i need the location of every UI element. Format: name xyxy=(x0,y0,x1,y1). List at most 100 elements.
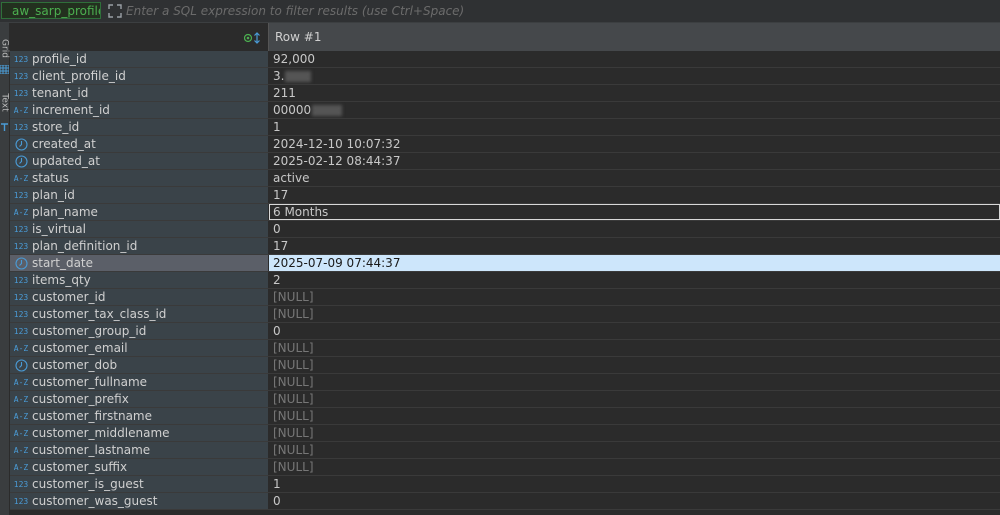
column-name-cell[interactable]: 123 customer_is_guest xyxy=(10,476,269,492)
table-row[interactable]: A-Z status active xyxy=(10,170,1000,187)
numeric-type-icon: 123 xyxy=(13,479,29,489)
column-name-cell[interactable]: A-Z plan_name xyxy=(10,204,269,220)
value-cell[interactable]: 00000 xyxy=(269,102,1000,118)
table-name-tab[interactable]: aw_sarp_profile xyxy=(1,2,101,19)
table-row[interactable]: 123 store_id 1 xyxy=(10,119,1000,136)
table-row[interactable]: A-Z increment_id 00000 xyxy=(10,102,1000,119)
table-row[interactable]: customer_dob [NULL] xyxy=(10,357,1000,374)
column-name-label: store_id xyxy=(32,120,80,134)
value-cell[interactable]: [NULL] xyxy=(269,391,1000,407)
column-name-cell[interactable]: A-Z customer_middlename xyxy=(10,425,269,441)
value-cell[interactable]: [NULL] xyxy=(269,442,1000,458)
column-name-cell[interactable]: A-Z increment_id xyxy=(10,102,269,118)
value-cell[interactable]: 2 xyxy=(269,272,1000,288)
column-name-cell[interactable]: 123 tenant_id xyxy=(10,85,269,101)
column-name-cell[interactable]: A-Z customer_firstname xyxy=(10,408,269,424)
value-cell[interactable]: active xyxy=(269,170,1000,186)
value-cell[interactable]: [NULL] xyxy=(269,340,1000,356)
table-row[interactable]: 123 client_profile_id 3. xyxy=(10,68,1000,85)
expand-icon[interactable] xyxy=(107,3,123,19)
value-text: [NULL] xyxy=(273,290,314,304)
table-row[interactable]: A-Z customer_suffix [NULL] xyxy=(10,459,1000,476)
value-cell[interactable]: 1 xyxy=(269,476,1000,492)
table-row[interactable]: 123 customer_was_guest 0 xyxy=(10,493,1000,510)
column-name-cell[interactable]: 123 customer_group_id xyxy=(10,323,269,339)
value-cell[interactable]: [NULL] xyxy=(269,374,1000,390)
value-text: 2025-02-12 08:44:37 xyxy=(273,154,401,168)
table-row[interactable]: A-Z customer_lastname [NULL] xyxy=(10,442,1000,459)
table-row[interactable]: A-Z customer_email [NULL] xyxy=(10,340,1000,357)
column-name-cell[interactable]: A-Z status xyxy=(10,170,269,186)
column-name-cell[interactable]: 123 is_virtual xyxy=(10,221,269,237)
column-name-cell[interactable]: A-Z customer_fullname xyxy=(10,374,269,390)
table-row[interactable]: A-Z customer_prefix [NULL] xyxy=(10,391,1000,408)
column-name-label: customer_is_guest xyxy=(32,477,144,491)
column-name-cell[interactable]: customer_dob xyxy=(10,357,269,373)
grid-icon[interactable] xyxy=(0,63,10,75)
value-text: [NULL] xyxy=(273,426,314,440)
column-name-cell[interactable]: created_at xyxy=(10,136,269,152)
value-text: [NULL] xyxy=(273,358,314,372)
value-cell[interactable]: 2025-02-12 08:44:37 xyxy=(269,153,1000,169)
value-cell[interactable]: 0 xyxy=(269,221,1000,237)
column-name-cell[interactable]: 123 plan_definition_id xyxy=(10,238,269,254)
column-name-cell[interactable]: 123 items_qty xyxy=(10,272,269,288)
tab-text[interactable]: Text xyxy=(0,91,10,115)
column-name-cell[interactable]: A-Z customer_suffix xyxy=(10,459,269,475)
table-row[interactable]: A-Z customer_middlename [NULL] xyxy=(10,425,1000,442)
table-row[interactable]: 123 plan_id 17 xyxy=(10,187,1000,204)
table-row[interactable]: A-Z customer_firstname [NULL] xyxy=(10,408,1000,425)
column-name-cell[interactable]: start_date xyxy=(10,255,269,271)
value-cell[interactable]: 0 xyxy=(269,323,1000,339)
table-row[interactable]: 123 is_virtual 0 xyxy=(10,221,1000,238)
value-cell[interactable]: 17 xyxy=(269,238,1000,254)
value-cell[interactable]: [NULL] xyxy=(269,289,1000,305)
table-row[interactable]: A-Z customer_fullname [NULL] xyxy=(10,374,1000,391)
value-cell[interactable]: [NULL] xyxy=(269,306,1000,322)
column-name-cell[interactable]: 123 customer_tax_class_id xyxy=(10,306,269,322)
numeric-type-icon: 123 xyxy=(13,54,29,64)
column-name-cell[interactable]: A-Z customer_lastname xyxy=(10,442,269,458)
value-cell[interactable]: 92,000 xyxy=(269,51,1000,67)
column-name-cell[interactable]: 123 plan_id xyxy=(10,187,269,203)
numeric-type-icon: 123 xyxy=(13,292,29,302)
table-row[interactable]: 123 tenant_id 211 xyxy=(10,85,1000,102)
sort-toggle-icon[interactable] xyxy=(243,32,262,47)
value-cell[interactable]: [NULL] xyxy=(269,459,1000,475)
value-cell[interactable]: 17 xyxy=(269,187,1000,203)
table-row[interactable]: 123 customer_tax_class_id [NULL] xyxy=(10,306,1000,323)
table-row[interactable]: 123 customer_group_id 0 xyxy=(10,323,1000,340)
value-cell[interactable]: 2025-07-09 07:44:37 xyxy=(269,255,1000,271)
column-name-cell[interactable]: A-Z customer_email xyxy=(10,340,269,356)
table-row[interactable]: 123 plan_definition_id 17 xyxy=(10,238,1000,255)
value-cell[interactable]: [NULL] xyxy=(269,425,1000,441)
row-header[interactable]: Row #1 xyxy=(269,23,1000,51)
value-cell[interactable]: [NULL] xyxy=(269,408,1000,424)
column-name-cell[interactable]: 123 customer_was_guest xyxy=(10,493,269,509)
sql-filter-input[interactable] xyxy=(126,2,996,19)
value-cell[interactable]: 0 xyxy=(269,493,1000,509)
text-icon[interactable] xyxy=(0,121,9,131)
table-row[interactable]: updated_at 2025-02-12 08:44:37 xyxy=(10,153,1000,170)
table-row[interactable]: 123 profile_id 92,000 xyxy=(10,51,1000,68)
column-name-cell[interactable]: 123 profile_id xyxy=(10,51,269,67)
value-cell[interactable]: 2024-12-10 10:07:32 xyxy=(269,136,1000,152)
value-cell[interactable]: 1 xyxy=(269,119,1000,135)
column-name-cell[interactable]: updated_at xyxy=(10,153,269,169)
tab-grid[interactable]: Grid xyxy=(0,37,10,61)
value-cell[interactable]: 3. xyxy=(269,68,1000,84)
table-row[interactable]: 123 customer_is_guest 1 xyxy=(10,476,1000,493)
table-row[interactable]: A-Z plan_name 6 Months xyxy=(10,204,1000,221)
value-cell[interactable]: [NULL] xyxy=(269,357,1000,373)
value-cell[interactable]: 211 xyxy=(269,85,1000,101)
column-name-cell[interactable]: 123 client_profile_id xyxy=(10,68,269,84)
column-name-cell[interactable]: 123 customer_id xyxy=(10,289,269,305)
value-cell[interactable]: 6 Months xyxy=(269,204,1000,220)
column-name-cell[interactable]: A-Z customer_prefix xyxy=(10,391,269,407)
table-row[interactable]: 123 items_qty 2 xyxy=(10,272,1000,289)
table-row[interactable]: created_at 2024-12-10 10:07:32 xyxy=(10,136,1000,153)
column-name-label: customer_id xyxy=(32,290,106,304)
column-name-cell[interactable]: 123 store_id xyxy=(10,119,269,135)
table-row[interactable]: start_date 2025-07-09 07:44:37 xyxy=(10,255,1000,272)
table-row[interactable]: 123 customer_id [NULL] xyxy=(10,289,1000,306)
